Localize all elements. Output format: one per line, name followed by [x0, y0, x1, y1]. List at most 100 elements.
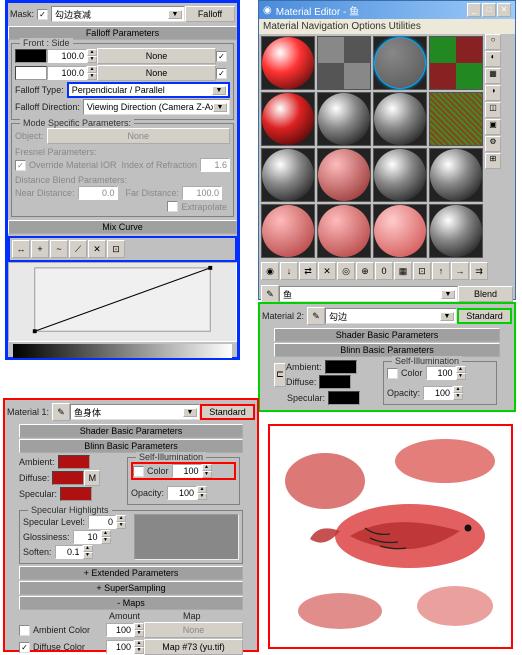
amb2-swatch[interactable] — [325, 360, 357, 374]
color1-spinner[interactable]: ▲▼ — [172, 464, 212, 478]
show-icon[interactable]: ▦ — [394, 262, 412, 280]
falloff-type-dropdown[interactable]: Perpendicular / Parallel — [67, 82, 230, 98]
reset-icon[interactable]: ✕ — [318, 262, 336, 280]
mat-slot[interactable] — [429, 36, 483, 90]
tool-light[interactable]: ◑ — [485, 85, 501, 101]
mat-slot[interactable] — [373, 148, 427, 202]
nav-up-icon[interactable]: ↑ — [432, 262, 450, 280]
curve-tool-6[interactable]: ⊡ — [107, 240, 125, 258]
material-slot-grid[interactable] — [259, 34, 485, 260]
get-mat-icon[interactable]: ◉ — [261, 262, 279, 280]
close-button[interactable]: ✕ — [497, 3, 511, 17]
show2-icon[interactable]: ⊡ — [413, 262, 431, 280]
pick1-icon[interactable]: ✎ — [52, 403, 70, 421]
mat-slot[interactable] — [261, 92, 315, 146]
falloff-button[interactable]: Falloff — [185, 6, 235, 22]
mat-slot[interactable] — [317, 148, 371, 202]
put-mat-icon[interactable]: ↓ — [280, 262, 298, 280]
val1-spinner[interactable]: ▲▼ — [47, 49, 97, 63]
tool-sample[interactable]: ○ — [485, 34, 501, 50]
curve-tool-1[interactable]: ↔ — [12, 240, 30, 258]
mask-check[interactable]: ✓ — [37, 9, 48, 20]
dif2-swatch[interactable] — [319, 375, 351, 389]
mat1-name-field[interactable]: 鱼身体 — [70, 404, 200, 420]
spec1-swatch[interactable] — [60, 487, 92, 501]
make-icon[interactable]: ◎ — [337, 262, 355, 280]
opac2-spinner[interactable]: ▲▼ — [423, 386, 463, 400]
mat-slot[interactable] — [317, 204, 371, 258]
mat-slot[interactable] — [429, 92, 483, 146]
supersampling-hdr[interactable]: + SuperSampling — [19, 581, 243, 595]
lock-amb-icon[interactable]: ⊏ — [274, 363, 286, 387]
dif1-swatch[interactable] — [52, 471, 84, 485]
falloff-dir-dropdown[interactable]: Viewing Direction (Camera Z-Axis) — [83, 99, 230, 115]
chk2[interactable]: ✓ — [216, 68, 227, 79]
none-btn-2[interactable]: None — [97, 65, 216, 81]
none-btn-1[interactable]: None — [97, 48, 216, 64]
tool-chk[interactable]: ▦ — [485, 68, 501, 84]
minimize-button[interactable]: _ — [467, 3, 481, 17]
color2-chk[interactable] — [387, 368, 398, 379]
maps-hdr[interactable]: - Maps — [19, 596, 243, 610]
curve-tool-2[interactable]: + — [31, 240, 49, 258]
put-lib-icon[interactable]: ⊕ — [356, 262, 374, 280]
mat-slot[interactable] — [317, 92, 371, 146]
spec2-swatch[interactable] — [328, 391, 360, 405]
ambcolor-chk[interactable] — [19, 625, 30, 636]
pick2-icon[interactable]: ✎ — [307, 307, 325, 325]
mat-slot[interactable] — [373, 204, 427, 258]
color2-spinner[interactable]: ▲▼ — [426, 366, 466, 380]
ambcolor-spinner[interactable]: ▲▼ — [106, 623, 144, 637]
gloss-spinner[interactable]: ▲▼ — [73, 530, 111, 544]
val2-spinner[interactable]: ▲▼ — [47, 66, 97, 80]
mat-slot[interactable] — [261, 148, 315, 202]
chk1[interactable]: ✓ — [216, 51, 227, 62]
mat2-standard-btn[interactable]: Standard — [457, 308, 512, 324]
material-editor-titlebar[interactable]: ◉ Material Editor - 鱼 _ □ ✕ — [259, 1, 515, 19]
mat1-standard-btn[interactable]: Standard — [200, 404, 255, 420]
shader-params1: Shader Basic Parameters — [19, 424, 243, 438]
swatch2[interactable] — [15, 66, 47, 80]
difcolor-spinner[interactable]: ▲▼ — [106, 640, 144, 654]
eff-icon[interactable]: 0 — [375, 262, 393, 280]
curve-tool-del[interactable]: ✕ — [88, 240, 106, 258]
tool-vid[interactable]: ▣ — [485, 119, 501, 135]
ambcolor-map-btn[interactable]: None — [144, 622, 243, 638]
pick-icon[interactable]: ✎ — [261, 285, 279, 303]
assign-icon[interactable]: ⇄ — [299, 262, 317, 280]
mat-slot[interactable] — [429, 148, 483, 202]
mat-slot[interactable] — [317, 36, 371, 90]
mask-dropdown[interactable]: 勾边衰减 — [51, 6, 185, 22]
nav-fwd-icon[interactable]: → — [451, 262, 469, 280]
difcolor-map-btn[interactable]: Map #73 (yu.tif) — [144, 639, 243, 655]
mat2-name-field[interactable]: 勾边 — [325, 308, 457, 324]
tool-bg[interactable]: ◫ — [485, 102, 501, 118]
tool-back[interactable]: ◐ — [485, 51, 501, 67]
tool-opt[interactable]: ⚙ — [485, 136, 501, 152]
mat-slot[interactable] — [429, 204, 483, 258]
curve-tool-4[interactable]: ⟋ — [69, 240, 87, 258]
tool-sel[interactable]: ⊞ — [485, 153, 501, 169]
mat-slot[interactable] — [373, 36, 427, 90]
opac1-spinner[interactable]: ▲▼ — [167, 486, 207, 500]
mat-name-field[interactable]: 鱼 — [279, 286, 458, 302]
soften-spinner[interactable]: ▲▼ — [55, 545, 93, 559]
maximize-button[interactable]: □ — [482, 3, 496, 17]
difcolor-chk[interactable]: ✓ — [19, 642, 30, 653]
mix-curve-graph[interactable] — [8, 262, 237, 342]
curve-tool-3[interactable]: ~ — [50, 240, 68, 258]
diffuse-map-btn[interactable]: M — [84, 470, 100, 486]
speclvl-spinner[interactable]: ▲▼ — [88, 515, 126, 529]
extrap-chk — [167, 201, 178, 212]
nav-sib-icon[interactable]: ⇉ — [470, 262, 488, 280]
mat-slot[interactable] — [261, 204, 315, 258]
mat-slot[interactable] — [261, 36, 315, 90]
mat-slot[interactable] — [373, 92, 427, 146]
fresnel-label: Fresnel Parameters: — [15, 147, 227, 157]
extended-hdr[interactable]: + Extended Parameters — [19, 566, 243, 580]
color1-chk[interactable] — [133, 466, 144, 477]
amb1-swatch[interactable] — [58, 455, 90, 469]
blend-type-button[interactable]: Blend — [458, 286, 513, 302]
menu-bar[interactable]: Material Navigation Options Utilities — [259, 19, 515, 34]
swatch1[interactable] — [15, 49, 47, 63]
